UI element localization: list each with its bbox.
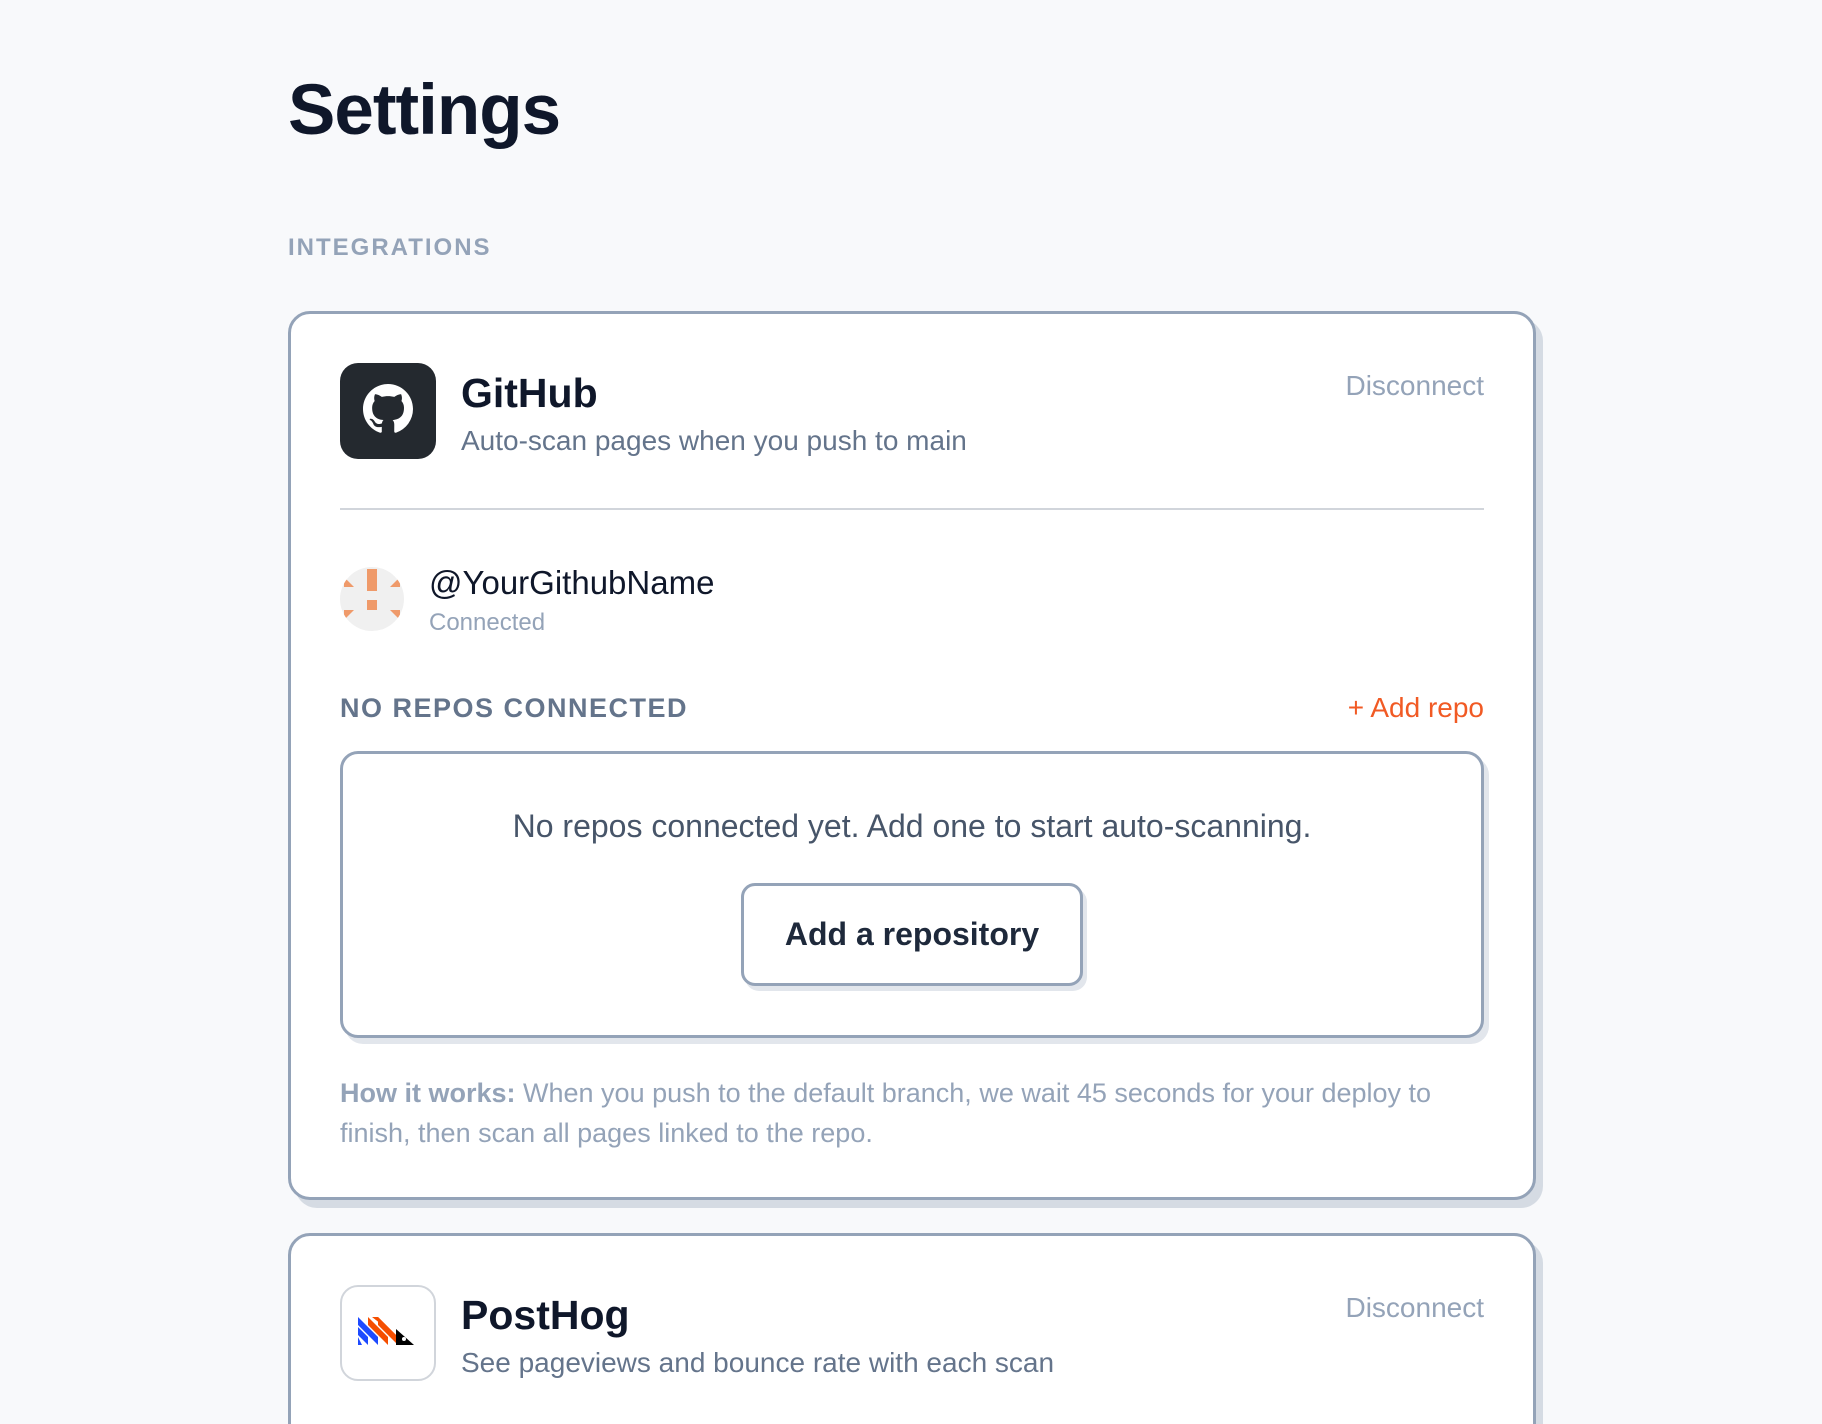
posthog-logo-icon — [356, 1311, 420, 1356]
github-disconnect-button[interactable]: Disconnect — [1345, 370, 1484, 402]
github-icon — [363, 383, 413, 439]
github-description: Auto-scan pages when you push to main — [461, 425, 967, 456]
posthog-title: PostHog — [461, 1292, 630, 1338]
how-it-works-note: How it works: When you push to the defau… — [340, 1073, 1433, 1153]
divider — [340, 508, 1484, 510]
github-title: GitHub — [461, 370, 598, 416]
section-label-integrations: INTEGRATIONS — [288, 234, 492, 261]
add-repository-button[interactable]: Add a repository — [741, 883, 1083, 986]
how-it-works-label: How it works: — [340, 1078, 516, 1108]
posthog-disconnect-button[interactable]: Disconnect — [1345, 1292, 1484, 1324]
github-logo-tile — [340, 363, 436, 459]
add-repo-link[interactable]: + Add repo — [1348, 692, 1484, 724]
posthog-integration-card: PostHog See pageviews and bounce rate wi… — [288, 1233, 1536, 1424]
connection-status: Connected — [429, 609, 546, 636]
repos-heading: NO REPOS CONNECTED — [340, 693, 689, 723]
posthog-logo-tile — [340, 1285, 436, 1381]
avatar — [340, 567, 404, 631]
github-username: @YourGithubName — [429, 564, 715, 601]
empty-state-message: No repos connected yet. Add one to start… — [512, 808, 1312, 844]
repos-empty-state: No repos connected yet. Add one to start… — [340, 751, 1484, 1038]
page-title: Settings — [288, 71, 561, 150]
posthog-description: See pageviews and bounce rate with each … — [461, 1347, 1055, 1378]
settings-page: Settings INTEGRATIONS GitHub Auto-scan p… — [0, 0, 1822, 1424]
github-integration-card: GitHub Auto-scan pages when you push to … — [288, 311, 1536, 1200]
